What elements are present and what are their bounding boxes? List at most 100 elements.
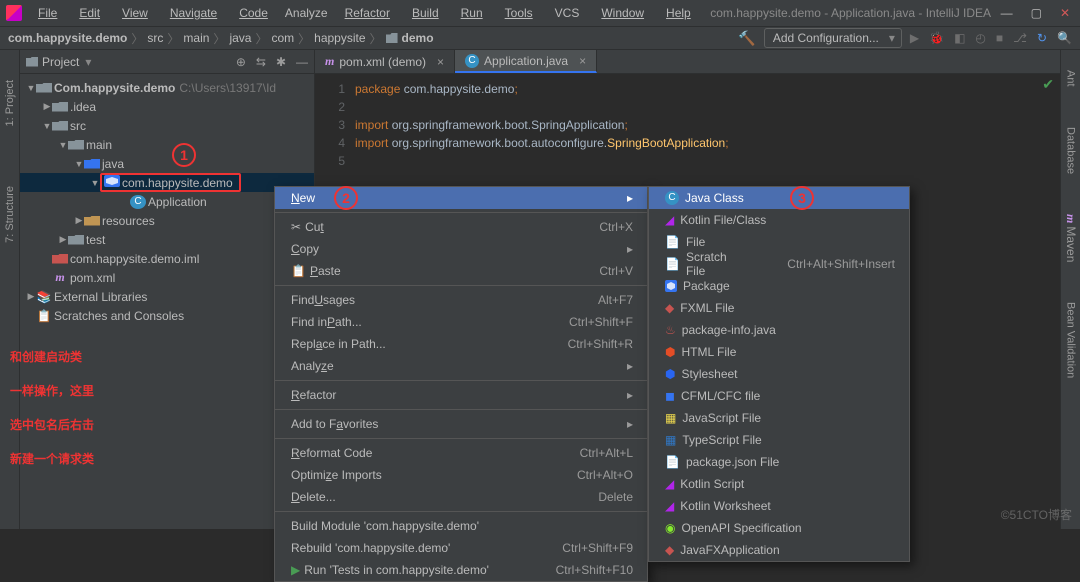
- close-icon[interactable]: ×: [579, 54, 586, 68]
- menu-window[interactable]: Window: [591, 4, 654, 22]
- new-cfml[interactable]: ◼CFML/CFC file: [649, 385, 909, 407]
- menu-refactor[interactable]: Refactor: [335, 4, 400, 22]
- html-icon: ⬢: [665, 345, 675, 359]
- tree-selected-package[interactable]: ▼com.happysite.demo: [20, 173, 314, 192]
- build-icon[interactable]: 🔨: [738, 30, 755, 47]
- ctx-find-in-path[interactable]: Find in Path...Ctrl+Shift+F: [275, 311, 647, 333]
- openapi-icon: ◉: [665, 521, 675, 535]
- scratch-icon: 📋: [36, 309, 52, 323]
- ctx-run-tests[interactable]: ▶Run 'Tests in com.happysite.demo'Ctrl+S…: [275, 559, 647, 581]
- ctx-find-usages[interactable]: Find UsagesAlt+F7: [275, 289, 647, 311]
- new-java-class[interactable]: CJava Class: [649, 187, 909, 209]
- menu-vcs[interactable]: VCS: [545, 4, 590, 22]
- project-title[interactable]: Project: [42, 55, 79, 69]
- project-icon: [26, 57, 38, 67]
- new-fxml[interactable]: ◆FXML File: [649, 297, 909, 319]
- file-icon: 📄: [665, 257, 680, 271]
- file-icon: 📄: [665, 235, 680, 249]
- new-kotlin-script[interactable]: ◢Kotlin Script: [649, 473, 909, 495]
- minimize-button[interactable]: —: [1001, 6, 1013, 20]
- menu-tools[interactable]: Tools: [495, 4, 543, 22]
- scissors-icon: ✂: [291, 220, 301, 234]
- new-ts[interactable]: ▦TypeScript File: [649, 429, 909, 451]
- stop-icon[interactable]: ■: [996, 31, 1003, 45]
- ant-tool-button[interactable]: Ant: [1065, 70, 1077, 87]
- context-menu: New▸ ✂CutCtrl+X Copy▸ 📋PasteCtrl+V Find …: [274, 186, 648, 582]
- ctx-build-module[interactable]: Build Module 'com.happysite.demo': [275, 515, 647, 537]
- code-editor[interactable]: 12345 package com.happysite.demo; import…: [315, 74, 1060, 170]
- kotlin-icon: ◢: [665, 477, 674, 491]
- new-js[interactable]: ▦JavaScript File: [649, 407, 909, 429]
- new-html[interactable]: ⬢HTML File: [649, 341, 909, 363]
- structure-tool-button[interactable]: 7: Structure: [4, 186, 16, 243]
- git-icon[interactable]: ⎇: [1013, 31, 1027, 45]
- ctx-analyze[interactable]: Analyze▸: [275, 355, 647, 377]
- database-tool-button[interactable]: Database: [1065, 127, 1077, 174]
- annotation-circle-1: 1: [172, 143, 196, 167]
- profiler-icon[interactable]: ◴: [975, 31, 985, 45]
- run-toolbar: ▶ 🐞 ◧ ◴ ■ ⎇ ↻ 🔍: [910, 31, 1072, 45]
- new-javafx-app[interactable]: ◆JavaFXApplication: [649, 539, 909, 561]
- tab-application[interactable]: CApplication.java×: [455, 50, 597, 73]
- select-opened-file-icon[interactable]: ⊕: [236, 55, 246, 69]
- new-scratch-file[interactable]: 📄Scratch FileCtrl+Alt+Shift+Insert: [649, 253, 909, 275]
- breadcrumbs[interactable]: com.happysite.demo〉 src〉 main〉 java〉 com…: [8, 30, 434, 47]
- cfml-icon: ◼: [665, 389, 675, 403]
- update-icon[interactable]: ↻: [1037, 31, 1047, 45]
- ctx-refactor[interactable]: Refactor▸: [275, 384, 647, 406]
- ctx-replace-in-path[interactable]: Replace in Path...Ctrl+Shift+R: [275, 333, 647, 355]
- maven-icon: m: [52, 270, 68, 285]
- coverage-icon[interactable]: ◧: [954, 31, 965, 45]
- menu-file[interactable]: File: [28, 4, 67, 22]
- ctx-add-favorites[interactable]: Add to Favorites▸: [275, 413, 647, 435]
- ts-icon: ▦: [665, 433, 676, 447]
- ctx-copy[interactable]: Copy▸: [275, 238, 647, 260]
- json-icon: 📄: [665, 455, 680, 469]
- project-tool-button[interactable]: 1: Project: [4, 80, 16, 126]
- navigation-bar: com.happysite.demo〉 src〉 main〉 java〉 com…: [0, 26, 1080, 50]
- new-kotlin-worksheet[interactable]: ◢Kotlin Worksheet: [649, 495, 909, 517]
- titlebar: File Edit View Navigate Code Analyze Ref…: [0, 0, 1080, 26]
- menu-edit[interactable]: Edit: [69, 4, 110, 22]
- new-openapi[interactable]: ◉OpenAPI Specification: [649, 517, 909, 539]
- menu-run[interactable]: Run: [451, 4, 493, 22]
- menu-navigate[interactable]: Navigate: [160, 4, 227, 22]
- settings-icon[interactable]: ✱: [276, 55, 286, 69]
- editor-tabs: mpom.xml (demo)× CApplication.java×: [315, 50, 1060, 74]
- new-submenu: CJava Class ◢Kotlin File/Class 📄File 📄Sc…: [648, 186, 910, 562]
- new-kotlin-file[interactable]: ◢Kotlin File/Class: [649, 209, 909, 231]
- maximize-button[interactable]: ▢: [1031, 6, 1042, 20]
- new-package[interactable]: Package: [649, 275, 909, 297]
- bean-validation-tool-button[interactable]: Bean Validation: [1065, 302, 1077, 378]
- ctx-rebuild[interactable]: Rebuild 'com.happysite.demo'Ctrl+Shift+F…: [275, 537, 647, 559]
- close-button[interactable]: ✕: [1060, 6, 1070, 20]
- new-package-info[interactable]: ♨package-info.java: [649, 319, 909, 341]
- intellij-logo-icon: [6, 5, 22, 21]
- menu-view[interactable]: View: [112, 4, 158, 22]
- debug-icon[interactable]: 🐞: [929, 31, 944, 45]
- expand-all-icon[interactable]: ⇆: [256, 55, 266, 69]
- ctx-new[interactable]: New▸: [275, 187, 647, 209]
- maven-tool-button[interactable]: m Maven: [1063, 214, 1078, 262]
- new-package-json[interactable]: 📄package.json File: [649, 451, 909, 473]
- menu-analyze[interactable]: Analyze: [280, 4, 333, 22]
- kotlin-icon: ◢: [665, 499, 674, 513]
- tab-pom[interactable]: mpom.xml (demo)×: [315, 50, 455, 73]
- ctx-delete[interactable]: Delete...Delete: [275, 486, 647, 508]
- menu-code[interactable]: Code: [229, 4, 278, 22]
- js-icon: ▦: [665, 411, 676, 425]
- hide-icon[interactable]: —: [296, 55, 308, 69]
- menu-build[interactable]: Build: [402, 4, 449, 22]
- annotation-circle-3: 3: [790, 186, 814, 210]
- close-icon[interactable]: ×: [437, 55, 444, 69]
- ctx-reformat[interactable]: Reformat CodeCtrl+Alt+L: [275, 442, 647, 464]
- run-icon[interactable]: ▶: [910, 31, 919, 45]
- run-config-dropdown[interactable]: Add Configuration...: [764, 28, 902, 48]
- menu-help[interactable]: Help: [656, 4, 701, 22]
- ctx-cut[interactable]: ✂CutCtrl+X: [275, 216, 647, 238]
- search-everywhere-icon[interactable]: 🔍: [1057, 31, 1072, 45]
- ctx-paste[interactable]: 📋PasteCtrl+V: [275, 260, 647, 282]
- new-stylesheet[interactable]: ⬢Stylesheet: [649, 363, 909, 385]
- ctx-optimize-imports[interactable]: Optimize ImportsCtrl+Alt+O: [275, 464, 647, 486]
- project-tree[interactable]: ▼Com.happysite.demoC:\Users\13917\Id ▶.i…: [20, 74, 314, 329]
